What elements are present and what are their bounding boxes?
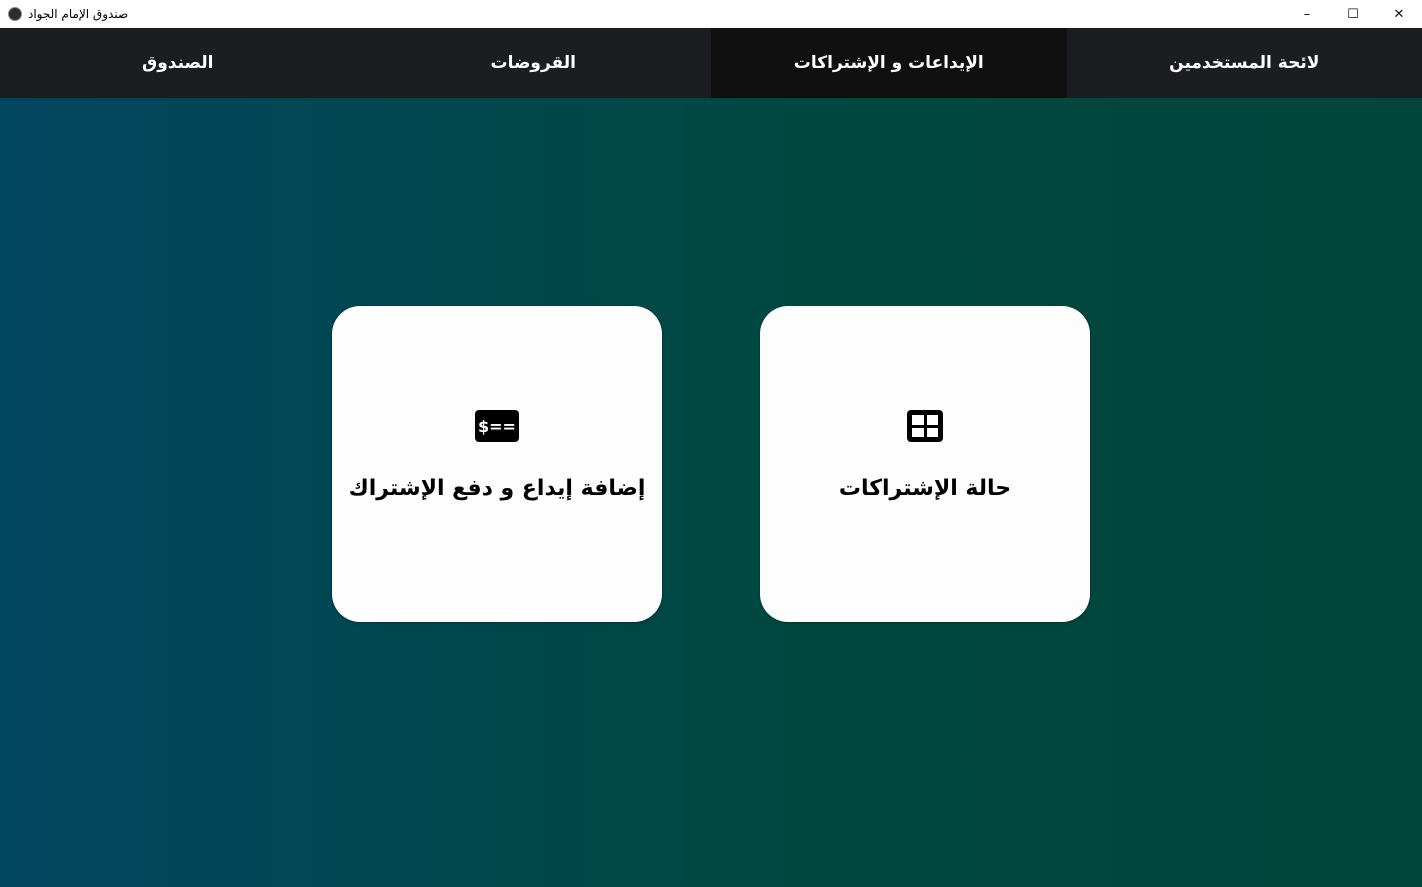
minimize-button[interactable]: – [1284,0,1330,28]
close-button[interactable]: ✕ [1376,0,1422,28]
window-title: صندوق الإمام الجواد [28,7,129,21]
money-bill-icon: $== [475,410,519,442]
add-deposit-card[interactable]: $== إضافة إيداع و دفع الإشتراك [332,306,662,622]
app-icon [8,7,22,21]
table-icon [907,410,943,442]
tab-loans[interactable]: القروضات [356,28,712,98]
card-label: حالة الإشتراكات [838,476,1012,501]
tab-deposits-subscriptions[interactable]: الإيداعات و الإشتراكات [711,28,1067,98]
main-nav: لائحة المستخدمين الإيداعات و الإشتراكات … [0,28,1422,98]
subscriptions-status-card[interactable]: حالة الإشتراكات [760,306,1090,622]
main-content: حالة الإشتراكات $== إضافة إيداع و دفع ال… [0,98,1422,887]
tab-users-list[interactable]: لائحة المستخدمين [1067,28,1422,98]
title-bar: صندوق الإمام الجواد – ☐ ✕ [0,0,1422,28]
card-label: إضافة إيداع و دفع الإشتراك [348,476,646,501]
tab-fund[interactable]: الصندوق [0,28,356,98]
maximize-button[interactable]: ☐ [1330,0,1376,28]
